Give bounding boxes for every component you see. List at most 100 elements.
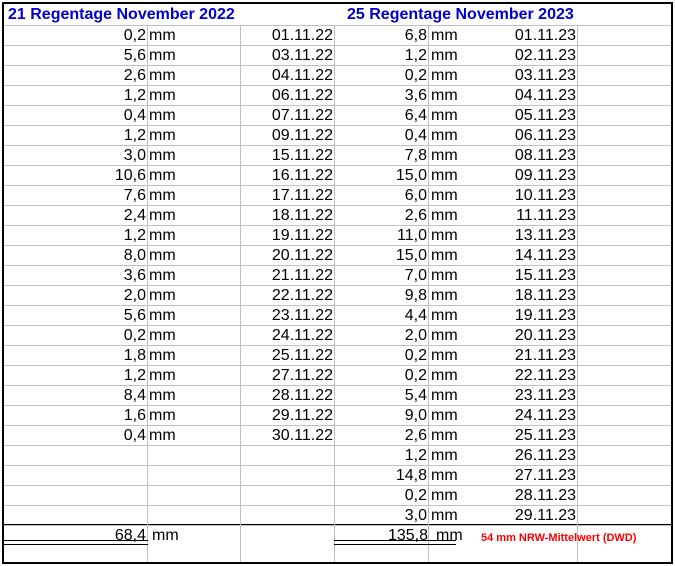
rain-value[interactable]: 7,6 bbox=[60, 186, 146, 206]
rain-value[interactable]: 1,8 bbox=[60, 346, 146, 366]
rain-date[interactable]: 04.11.22 bbox=[244, 66, 333, 86]
rain-value[interactable]: 1,2 bbox=[60, 226, 146, 246]
rain-value[interactable]: 6,8 bbox=[340, 26, 427, 46]
rain-date[interactable]: 03.11.22 bbox=[244, 46, 333, 66]
rain-date[interactable]: 28.11.23 bbox=[482, 486, 576, 506]
rain-date[interactable]: 18.11.23 bbox=[482, 286, 576, 306]
rain-date[interactable]: 21.11.22 bbox=[244, 266, 333, 286]
total-2023-value[interactable]: 135,8 bbox=[340, 526, 428, 546]
rain-date[interactable]: 01.11.22 bbox=[244, 26, 333, 46]
rain-value[interactable]: 2,6 bbox=[340, 206, 427, 226]
rain-value[interactable]: 7,0 bbox=[340, 266, 427, 286]
rain-value[interactable]: 1,2 bbox=[60, 366, 146, 386]
rain-date[interactable]: 24.11.22 bbox=[244, 326, 333, 346]
rain-value[interactable]: 11,0 bbox=[340, 226, 427, 246]
rain-value[interactable]: 0,4 bbox=[60, 426, 146, 446]
rain-date[interactable]: 22.11.23 bbox=[482, 366, 576, 386]
rain-value[interactable]: 0,2 bbox=[340, 486, 427, 506]
rain-value[interactable]: 2,0 bbox=[340, 326, 427, 346]
rain-value[interactable]: 0,2 bbox=[60, 326, 146, 346]
rain-value[interactable]: 0,4 bbox=[340, 126, 427, 146]
rain-date[interactable]: 18.11.22 bbox=[244, 206, 333, 226]
rain-date[interactable]: 17.11.22 bbox=[244, 186, 333, 206]
rain-unit: mm bbox=[431, 367, 458, 384]
rain-date[interactable]: 11.11.23 bbox=[482, 206, 576, 226]
rain-value[interactable]: 5,4 bbox=[340, 386, 427, 406]
rain-unit: mm bbox=[431, 247, 458, 264]
rain-date[interactable]: 01.11.23 bbox=[482, 26, 576, 46]
rain-unit: mm bbox=[149, 67, 176, 84]
rain-value[interactable]: 1,2 bbox=[60, 86, 146, 106]
rain-date[interactable]: 10.11.23 bbox=[482, 186, 576, 206]
rain-date[interactable]: 29.11.22 bbox=[244, 406, 333, 426]
rain-date[interactable]: 20.11.22 bbox=[244, 246, 333, 266]
rain-date[interactable]: 02.11.23 bbox=[482, 46, 576, 66]
rain-value[interactable]: 15,0 bbox=[340, 246, 427, 266]
rain-date[interactable]: 23.11.22 bbox=[244, 306, 333, 326]
rain-value[interactable]: 1,2 bbox=[340, 446, 427, 466]
rain-date[interactable]: 25.11.22 bbox=[244, 346, 333, 366]
rain-value[interactable]: 8,4 bbox=[60, 386, 146, 406]
rain-date[interactable]: 03.11.23 bbox=[482, 66, 576, 86]
rain-value[interactable]: 6,0 bbox=[340, 186, 427, 206]
rain-date[interactable]: 29.11.23 bbox=[482, 506, 576, 526]
rain-value[interactable]: 9,8 bbox=[340, 286, 427, 306]
rain-date[interactable]: 25.11.23 bbox=[482, 426, 576, 446]
rain-unit: mm bbox=[431, 347, 458, 364]
rain-date[interactable]: 04.11.23 bbox=[482, 86, 576, 106]
rain-value[interactable]: 2,6 bbox=[340, 426, 427, 446]
rain-value[interactable]: 9,0 bbox=[340, 406, 427, 426]
rain-date[interactable]: 20.11.23 bbox=[482, 326, 576, 346]
rain-date[interactable]: 28.11.22 bbox=[244, 386, 333, 406]
rain-date[interactable]: 21.11.23 bbox=[482, 346, 576, 366]
rain-value[interactable]: 4,4 bbox=[340, 306, 427, 326]
rain-value[interactable]: 5,6 bbox=[60, 306, 146, 326]
rain-date[interactable]: 15.11.23 bbox=[482, 266, 576, 286]
rain-value[interactable]: 0,4 bbox=[60, 106, 146, 126]
rain-value[interactable]: 1,2 bbox=[60, 126, 146, 146]
rain-unit: mm bbox=[149, 327, 176, 344]
rain-value[interactable]: 6,4 bbox=[340, 106, 427, 126]
rain-date[interactable]: 05.11.23 bbox=[482, 106, 576, 126]
rain-date[interactable]: 24.11.23 bbox=[482, 406, 576, 426]
rain-value[interactable]: 0,2 bbox=[60, 26, 146, 46]
rain-date[interactable]: 30.11.22 bbox=[244, 426, 333, 446]
rain-value[interactable]: 8,0 bbox=[60, 246, 146, 266]
rain-value[interactable]: 10,6 bbox=[60, 166, 146, 186]
rain-value[interactable]: 3,0 bbox=[340, 506, 427, 526]
rain-date[interactable]: 26.11.23 bbox=[482, 446, 576, 466]
rain-date[interactable]: 23.11.23 bbox=[482, 386, 576, 406]
rain-value[interactable]: 15,0 bbox=[340, 166, 427, 186]
rain-value[interactable]: 3,0 bbox=[60, 146, 146, 166]
rain-value[interactable]: 0,2 bbox=[340, 346, 427, 366]
rain-date[interactable]: 19.11.22 bbox=[244, 226, 333, 246]
rain-value[interactable]: 3,6 bbox=[340, 86, 427, 106]
rain-value[interactable]: 2,6 bbox=[60, 66, 146, 86]
total-2022-value[interactable]: 68,4 bbox=[60, 526, 146, 546]
rain-date[interactable]: 09.11.22 bbox=[244, 126, 333, 146]
rain-date[interactable]: 16.11.22 bbox=[244, 166, 333, 186]
rain-date[interactable]: 08.11.23 bbox=[482, 146, 576, 166]
rain-date[interactable]: 27.11.22 bbox=[244, 366, 333, 386]
rain-value[interactable]: 1,6 bbox=[60, 406, 146, 426]
rain-value[interactable]: 7,8 bbox=[340, 146, 427, 166]
rain-date[interactable]: 27.11.23 bbox=[482, 466, 576, 486]
rain-date[interactable]: 09.11.23 bbox=[482, 166, 576, 186]
rain-value[interactable]: 2,4 bbox=[60, 206, 146, 226]
rain-date[interactable]: 13.11.23 bbox=[482, 226, 576, 246]
rain-date[interactable]: 06.11.23 bbox=[482, 126, 576, 146]
rain-date[interactable]: 07.11.22 bbox=[244, 106, 333, 126]
rain-value[interactable]: 3,6 bbox=[60, 266, 146, 286]
rain-date[interactable]: 14.11.23 bbox=[482, 246, 576, 266]
rain-value[interactable]: 0,2 bbox=[340, 366, 427, 386]
rain-date[interactable]: 06.11.22 bbox=[244, 86, 333, 106]
rain-date[interactable]: 15.11.22 bbox=[244, 146, 333, 166]
rain-unit: mm bbox=[431, 447, 458, 464]
rain-value[interactable]: 0,2 bbox=[340, 66, 427, 86]
rain-date[interactable]: 19.11.23 bbox=[482, 306, 576, 326]
rain-value[interactable]: 1,2 bbox=[340, 46, 427, 66]
rain-value[interactable]: 14,8 bbox=[340, 466, 427, 486]
rain-value[interactable]: 2,0 bbox=[60, 286, 146, 306]
rain-date[interactable]: 22.11.22 bbox=[244, 286, 333, 306]
rain-value[interactable]: 5,6 bbox=[60, 46, 146, 66]
